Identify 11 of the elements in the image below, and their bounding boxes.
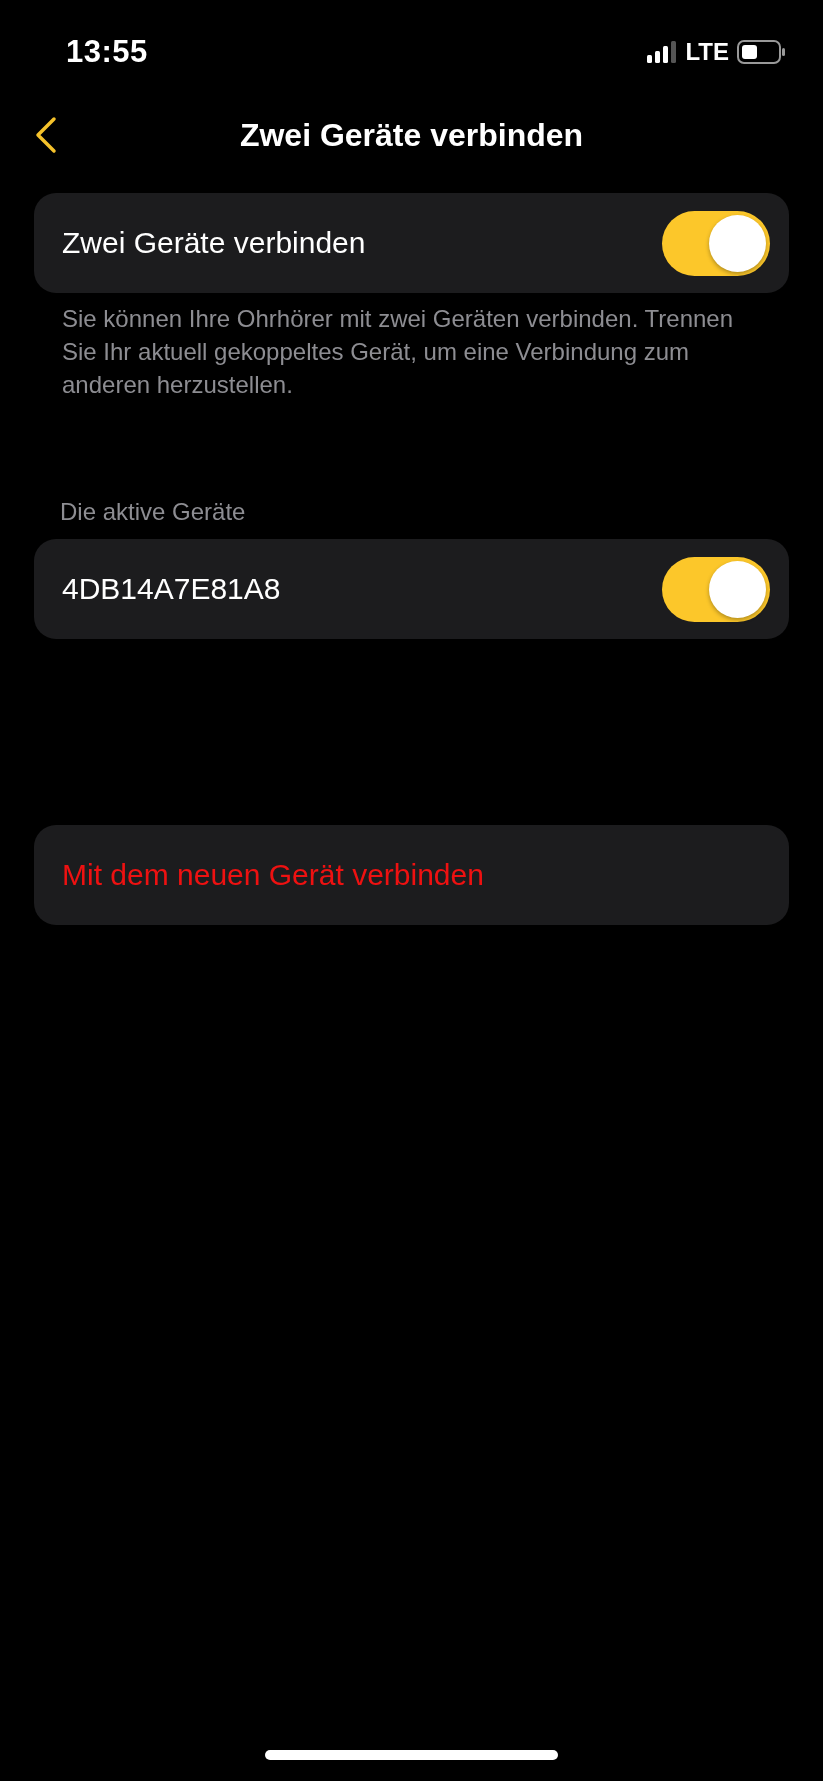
connect-new-device-button[interactable]: Mit dem neuen Gerät verbinden (34, 825, 789, 925)
back-icon[interactable] (34, 116, 58, 154)
page-title: Zwei Geräte verbinden (239, 116, 584, 154)
setting-label: Zwei Geräte verbinden (62, 226, 366, 260)
footnote-text: Sie können Ihre Ohrhörer mit zwei Geräten verbinden. Trennen Sie Ihr aktuell gekoppeltes Gerät, um eine Verbindung zum anderen herzustellen. (62, 304, 735, 400)
battery-icon (737, 40, 785, 64)
network-label: LTE (685, 38, 729, 66)
signal-icon (647, 41, 678, 63)
status-time: 13:55 (66, 34, 148, 70)
section-header: Die aktive Geräte (60, 498, 247, 526)
device-name: 4DB14A7E81A8 (62, 572, 281, 606)
